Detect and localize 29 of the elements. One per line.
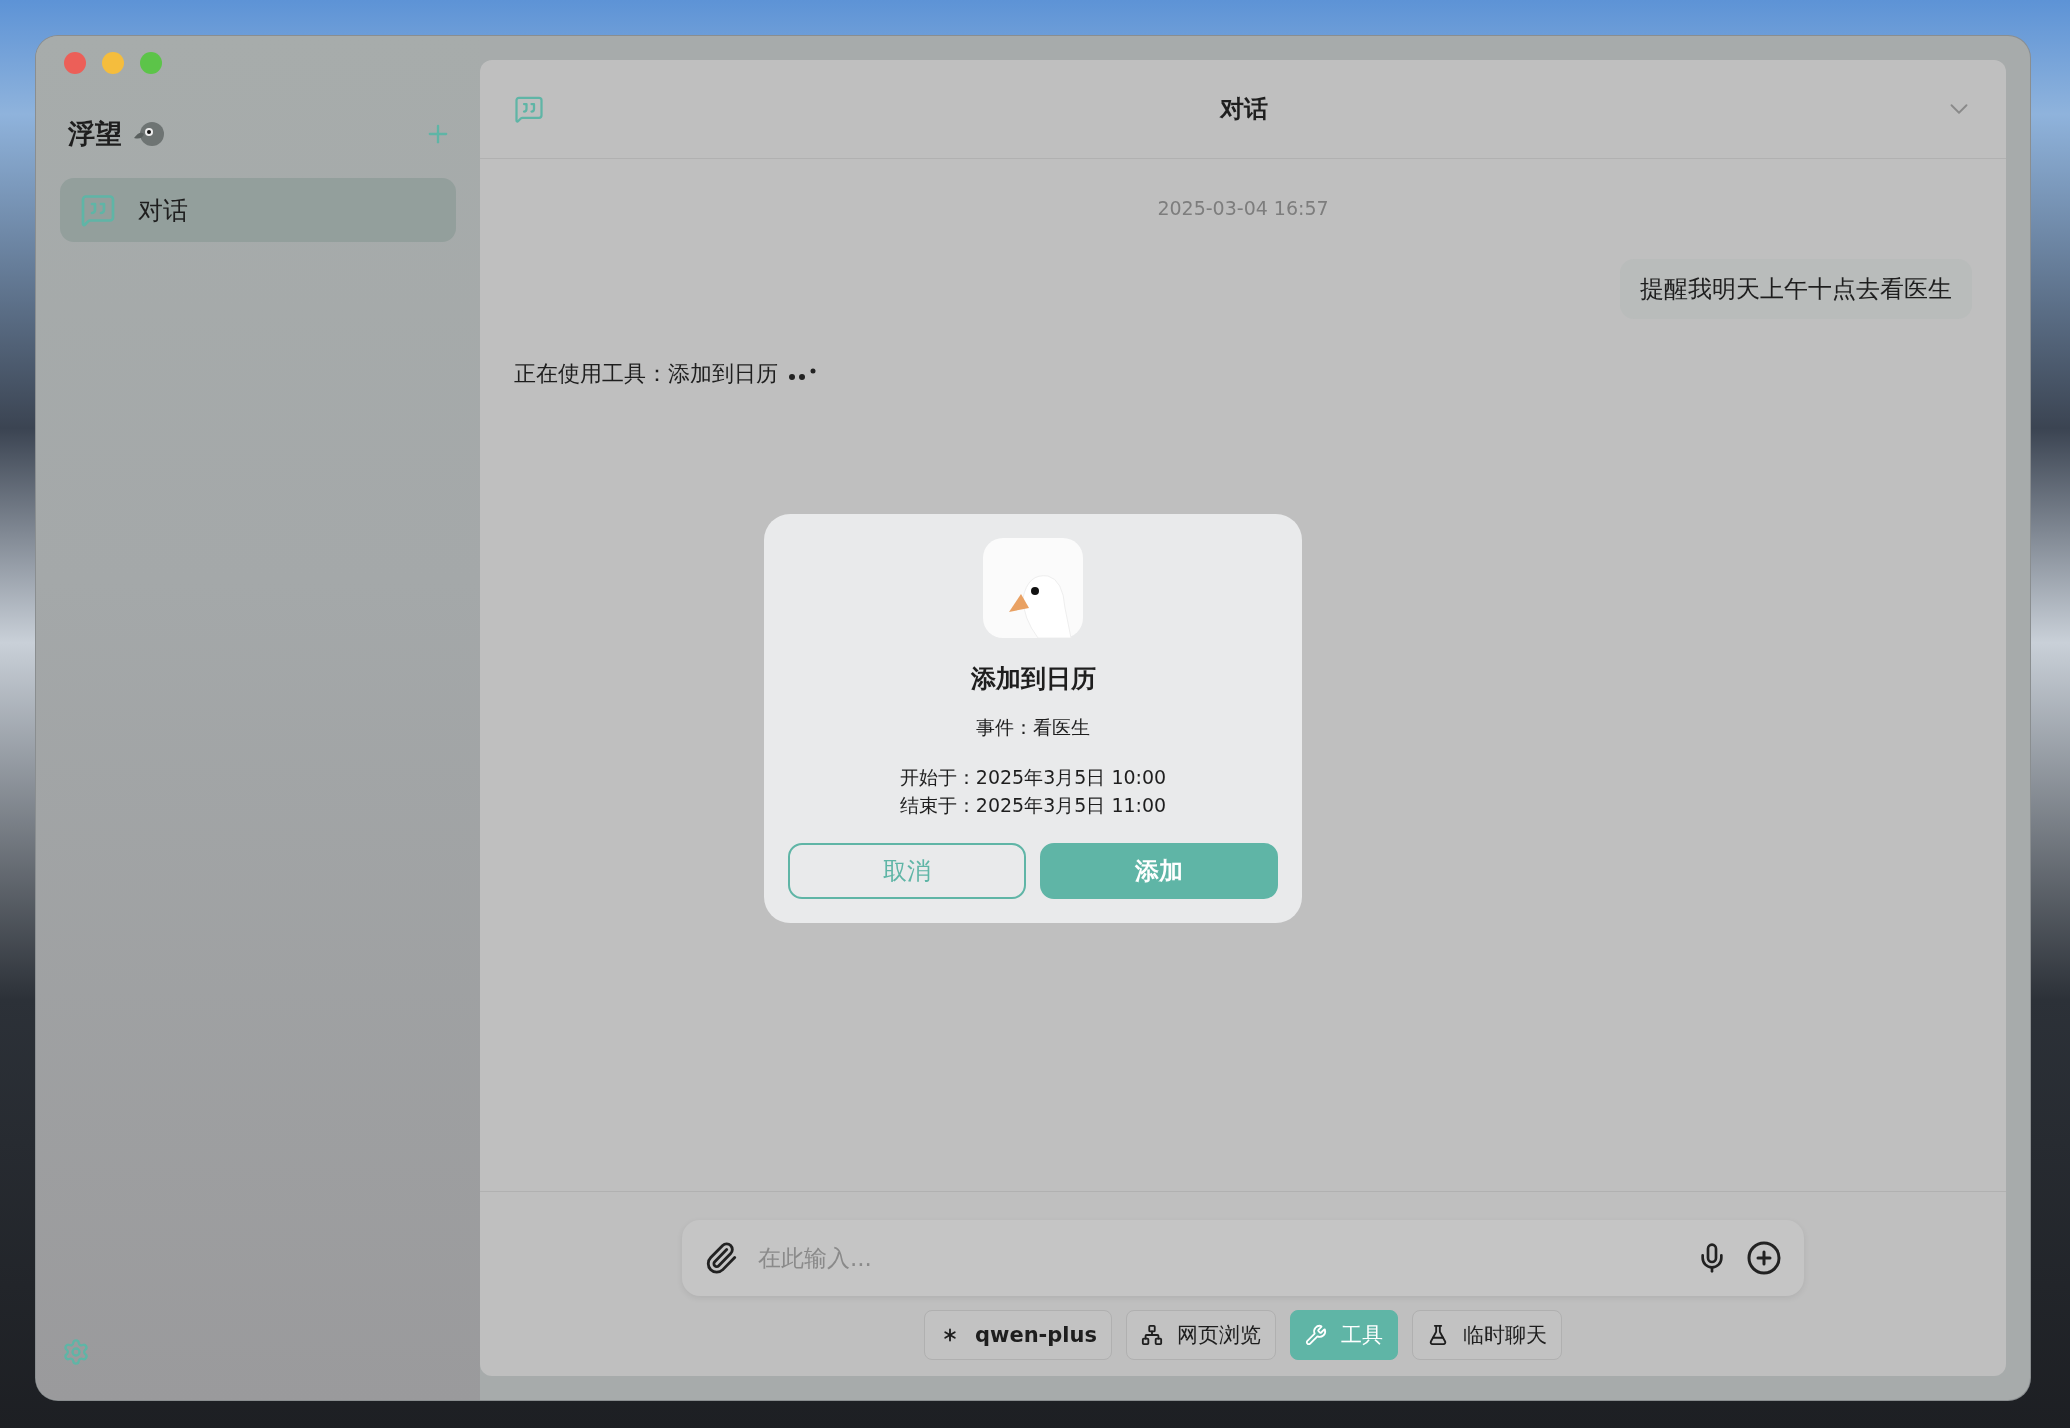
sidebar-item[interactable]: 对话 [60,178,456,242]
chat-quote-icon [514,94,544,124]
dialog-title: 添加到日历 [970,662,1096,695]
app-name: 浮望 [68,117,122,151]
bird-icon [132,120,166,148]
end-time-text: 结束于：2025年3月5日 11:00 [899,792,1167,818]
settings-icon[interactable] [62,1338,90,1366]
user-message: 提醒我明天上午十点去看医生 [1620,259,1972,319]
maximize-button[interactable] [140,52,162,74]
goose-app-icon [983,537,1083,638]
typing-dots-icon [788,367,818,381]
tool-status-text: 正在使用工具：添加到日历 [514,360,778,388]
wrench-icon [1305,1324,1327,1346]
message-composer[interactable]: 在此输入... [682,1220,1804,1296]
minimize-button[interactable] [102,52,124,74]
close-button[interactable] [64,52,86,74]
mode-chip[interactable]: 网页浏览 [1126,1310,1276,1360]
mode-chip[interactable]: 临时聊天 [1412,1310,1562,1360]
message-timestamp: 2025-03-04 16:57 [1157,197,1329,219]
flask-icon [1427,1324,1449,1346]
network-icon [1141,1324,1163,1346]
add-icon[interactable] [1746,1240,1782,1276]
event-text: 事件：看医生 [976,714,1090,740]
chat-quote-icon [80,192,116,228]
mode-chip[interactable]: qwen-plus [924,1310,1112,1360]
start-time-text: 开始于：2025年3月5日 10:00 [899,764,1167,790]
chat-title: 对话 [1220,94,1268,125]
message-input-field[interactable]: 在此输入... [756,1244,1678,1272]
attach-icon[interactable] [704,1241,738,1275]
